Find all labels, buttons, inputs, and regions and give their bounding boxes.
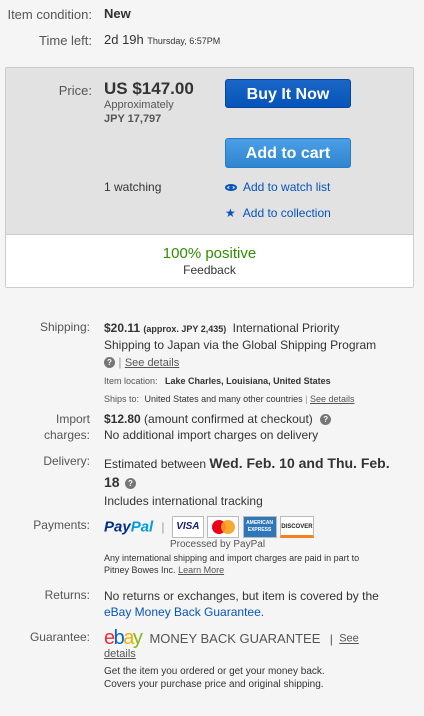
- shipping-approx: (approx. JPY 2,435): [143, 324, 227, 334]
- delivery-dates-1: Wed. Feb. 10 and Thu. Feb.: [209, 455, 390, 471]
- import-cost: $12.80: [104, 412, 141, 426]
- item-location-value: Lake Charles, Louisiana, United States: [165, 376, 331, 386]
- guarantee-details: ebay MONEY BACK GUARANTEE | See details …: [104, 627, 414, 691]
- ebay-logo-e: e: [104, 627, 115, 649]
- shipping-see-details-link[interactable]: See details: [125, 357, 179, 369]
- star-icon: ★: [225, 206, 236, 220]
- ships-to-value: United States and many other countries: [144, 394, 303, 404]
- shipping-row: Shipping: $20.11 (approx. JPY 2,435) Int…: [0, 320, 424, 404]
- payments-details: PayPal | VISA AMERICAN EXPRESS DISCOVER …: [104, 516, 414, 576]
- guarantee-details-link[interactable]: details: [104, 648, 414, 660]
- learn-more-link[interactable]: Learn More: [178, 565, 224, 575]
- guarantee-see-link[interactable]: See: [339, 633, 359, 645]
- price-label: Price:: [58, 83, 92, 98]
- mastercard-icon: [207, 516, 240, 538]
- item-location-label: Item location:: [104, 376, 158, 386]
- shipping-desc-1: International Priority: [232, 321, 340, 335]
- guarantee-line-1: Get the item you ordered or get your mon…: [104, 666, 325, 677]
- payments-note-1: Any international shipping and import ch…: [104, 553, 360, 563]
- time-left-value: 2d 19h: [104, 32, 144, 47]
- delivery-prefix: Estimated between: [104, 457, 207, 471]
- guarantee-row: Guarantee: ebay MONEY BACK GUARANTEE | S…: [0, 627, 424, 707]
- money-back-guarantee-text: MONEY BACK GUARANTEE: [149, 631, 321, 646]
- delivery-label: Delivery:: [43, 454, 90, 468]
- add-to-cart-button[interactable]: Add to cart: [225, 138, 351, 168]
- import-details: $12.80 (amount confirmed at checkout) ? …: [104, 411, 332, 443]
- add-to-watch-list-label: Add to watch list: [243, 180, 331, 194]
- eye-icon: [225, 184, 237, 192]
- delivery-row: Delivery: Estimated between Wed. Feb. 10…: [0, 454, 424, 508]
- shipping-cost: $20.11: [104, 321, 141, 335]
- price-value: US $147.00: [104, 79, 194, 98]
- money-back-guarantee-link[interactable]: eBay Money Back Guarantee.: [104, 604, 379, 620]
- condition-label: Item condition:: [7, 7, 92, 22]
- ebay-logo: ebay: [104, 627, 145, 649]
- delivery-dates-2: 18: [104, 474, 120, 490]
- visa-card-icon: VISA: [171, 516, 204, 538]
- help-icon[interactable]: ?: [124, 478, 136, 490]
- add-to-collection-link[interactable]: ★ Add to collection: [225, 206, 331, 220]
- paypal-logo: PayPal: [104, 519, 157, 536]
- seller-feedback: 100% positive Feedback: [6, 234, 413, 287]
- help-icon[interactable]: ?: [104, 357, 115, 369]
- add-to-collection-label: Add to collection: [242, 206, 331, 220]
- payments-note-2: Pitney Bowes Inc.: [104, 565, 176, 575]
- condition-value: New: [104, 6, 131, 21]
- processed-by-paypal: Processed by PayPal: [170, 539, 266, 550]
- returns-details: No returns or exchanges, but item is cov…: [104, 588, 379, 620]
- shipping-label: Shipping:: [39, 320, 90, 334]
- amex-card-icon: AMERICAN EXPRESS: [242, 516, 277, 538]
- returns-row: Returns: No returns or exchanges, but it…: [0, 588, 424, 622]
- paypal-logo-pal: Pal: [130, 518, 154, 536]
- feedback-label: Feedback: [183, 263, 236, 277]
- ships-to-label: Ships to:: [104, 394, 140, 404]
- returns-line-1: No returns or exchanges, but item is cov…: [104, 589, 379, 603]
- import-note: No additional import charges on delivery: [104, 428, 319, 442]
- payments-label: Payments:: [33, 518, 90, 532]
- import-label-1: Import: [55, 412, 90, 426]
- shipping-desc-2: Shipping to Japan via the Global Shippin…: [104, 338, 377, 352]
- import-cost-note: (amount confirmed at checkout): [144, 412, 313, 426]
- import-charges-row: Import charges: $12.80 (amount confirmed…: [0, 411, 424, 445]
- time-left-value-wrap: 2d 19h Thursday, 6:57PM: [104, 32, 220, 47]
- add-to-watch-list-link[interactable]: Add to watch list: [225, 180, 330, 194]
- ebay-logo-a: a: [123, 627, 134, 649]
- ebay-logo-y: y: [132, 627, 143, 649]
- payments-row: Payments: PayPal | VISA AMERICAN EXPRESS…: [0, 516, 424, 580]
- price-approx-value: JPY 17,797: [104, 113, 162, 125]
- returns-label: Returns:: [44, 588, 90, 602]
- shipping-details: $20.11 (approx. JPY 2,435) International…: [104, 320, 414, 407]
- help-icon[interactable]: ?: [320, 414, 332, 426]
- price-approx-label: Approximately: [104, 99, 174, 111]
- import-label: Import charges:: [44, 411, 90, 443]
- discover-card-icon: DISCOVER: [279, 516, 314, 538]
- import-label-2: charges:: [43, 428, 90, 442]
- time-left-label: Time left:: [39, 33, 92, 48]
- time-left-end: Thursday, 6:57PM: [147, 36, 221, 46]
- delivery-tracking: Includes international tracking: [104, 494, 263, 508]
- paypal-logo-pay: Pay: [104, 518, 131, 536]
- buy-it-now-button[interactable]: Buy It Now: [225, 79, 351, 108]
- feedback-percent: 100% positive: [162, 245, 257, 262]
- watching-count: 1 watching: [104, 180, 162, 194]
- price-box: Price: US $147.00 Approximately JPY 17,7…: [5, 67, 414, 288]
- guarantee-line-2: Covers your purchase price and original …: [104, 679, 324, 690]
- delivery-details: Estimated between Wed. Feb. 10 and Thu. …: [104, 454, 414, 510]
- ships-to-see-details-link[interactable]: See details: [310, 394, 355, 404]
- guarantee-label: Guarantee:: [29, 630, 90, 644]
- ebay-logo-b: b: [113, 627, 125, 649]
